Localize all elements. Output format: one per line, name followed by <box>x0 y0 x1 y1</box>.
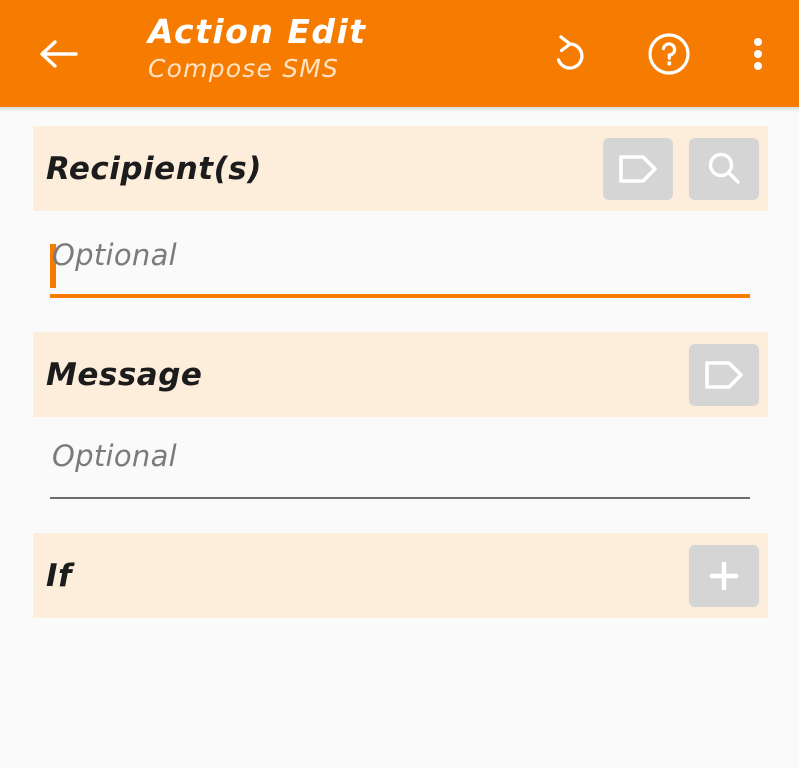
overflow-menu-button[interactable] <box>726 22 790 86</box>
help-button[interactable] <box>637 22 701 86</box>
tag-icon <box>619 154 657 183</box>
overflow-menu-icon <box>754 34 762 74</box>
message-input-placeholder: Optional <box>52 439 178 473</box>
section-header-recipients: Recipient(s) <box>33 126 768 211</box>
message-tag-button[interactable] <box>689 343 759 406</box>
recipients-search-button[interactable] <box>689 137 759 200</box>
action-edit-screen: Action Edit Compose SMS Recipient(s) Opt… <box>0 0 799 768</box>
add-condition-button[interactable] <box>689 544 759 607</box>
recipients-input-placeholder: Optional <box>52 238 178 272</box>
section-label-message: Message <box>46 356 203 393</box>
message-field[interactable]: Optional <box>50 437 750 499</box>
recipients-field[interactable]: Optional <box>50 236 750 298</box>
back-button[interactable] <box>26 24 90 84</box>
app-bar: Action Edit Compose SMS <box>0 0 799 107</box>
app-bar-shadow <box>0 107 799 112</box>
section-label-if: If <box>46 557 73 594</box>
section-label-recipients: Recipient(s) <box>46 150 262 187</box>
section-header-message: Message <box>33 332 768 417</box>
plus-icon <box>710 561 738 590</box>
undo-icon <box>556 35 584 70</box>
back-arrow-icon <box>40 40 78 68</box>
help-icon <box>648 33 690 75</box>
undo-button[interactable] <box>538 22 602 86</box>
section-header-if: If <box>33 533 768 618</box>
page-subtitle: Compose SMS <box>148 54 340 83</box>
tag-icon <box>705 360 743 389</box>
page-title: Action Edit <box>148 12 367 51</box>
message-field-underline <box>50 497 750 499</box>
recipients-tag-button[interactable] <box>603 137 673 200</box>
search-icon <box>708 152 740 184</box>
recipients-field-underline <box>50 294 750 298</box>
title-block: Action Edit Compose SMS <box>148 12 528 86</box>
